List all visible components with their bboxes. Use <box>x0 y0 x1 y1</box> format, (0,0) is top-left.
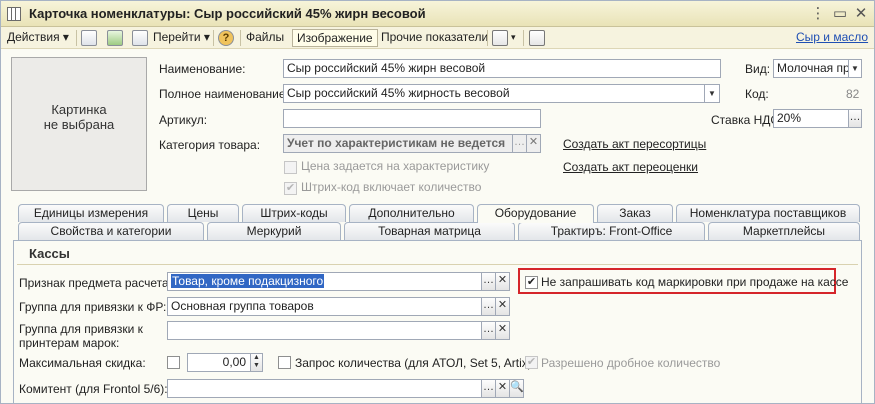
kind-select[interactable]: Молочная про <box>773 59 849 78</box>
window-title: Карточка номенклатуры: Сыр российский 45… <box>29 6 426 21</box>
catalog-icon <box>7 7 21 21</box>
tab-supplier-items[interactable]: Номенклатура поставщиков <box>676 204 860 222</box>
full-name-input[interactable]: Сыр российский 45% жирность весовой <box>283 84 705 103</box>
max-discount-spinner[interactable]: ▲ ▼ <box>250 353 263 372</box>
committent-clear-icon[interactable]: ✕ <box>495 379 510 398</box>
section-divider <box>17 264 858 265</box>
tab-additional[interactable]: Дополнительно <box>349 204 474 222</box>
category-label: Категория товара: <box>159 138 261 152</box>
kind-dropdown-icon[interactable]: ▼ <box>848 59 862 78</box>
tab-order[interactable]: Заказ <box>597 204 673 222</box>
print-icon[interactable] <box>529 30 545 46</box>
subject-select-button[interactable]: … <box>481 272 496 291</box>
max-discount-input[interactable]: 0,00 <box>187 353 251 372</box>
barcode-qty-checkbox[interactable]: ✔ <box>284 182 297 195</box>
files-button[interactable]: Файлы <box>246 29 284 47</box>
full-name-label: Полное наименование: <box>159 87 289 101</box>
report-dropdown-icon[interactable]: ▾ <box>511 29 516 47</box>
committent-input[interactable] <box>167 379 482 398</box>
fractional-qty-checkbox[interactable]: ✔ <box>525 356 538 369</box>
tab-prices[interactable]: Цены <box>167 204 239 222</box>
toolbar-divider <box>240 30 241 46</box>
name-input[interactable]: Сыр российский 45% жирн весовой <box>283 59 721 78</box>
more-icon[interactable]: ⋮ <box>809 5 827 22</box>
max-discount-checkbox[interactable] <box>167 356 180 369</box>
qty-request-label: Запрос количества (для АТОЛ, Set 5, Arti… <box>295 356 532 370</box>
no-marking-label: Не запрашивать код маркировки при продаж… <box>541 275 849 289</box>
tab-product-matrix[interactable]: Товарная матрица <box>344 222 515 240</box>
group-fr-label: Группа для привязки к ФР: <box>19 300 167 314</box>
committent-search-icon[interactable]: 🔍 <box>509 379 524 398</box>
barcode-qty-label: Штрих-код включает количество <box>301 180 482 194</box>
group-fr-select-button[interactable]: … <box>481 297 496 316</box>
no-marking-checkbox[interactable]: ✔ <box>525 276 538 289</box>
name-label: Наименование: <box>159 62 246 76</box>
image-button[interactable]: Изображение <box>292 29 378 47</box>
group-printers-label-2: принтерам марок: <box>19 336 120 350</box>
subject-clear-icon[interactable]: ✕ <box>495 272 510 291</box>
minimize-icon[interactable]: ▭ <box>831 5 849 22</box>
title-bar: Карточка номенклатуры: Сыр российский 45… <box>1 1 874 27</box>
fractional-qty-label: Разрешено дробное количество <box>541 356 721 370</box>
vat-select-button[interactable]: … <box>848 109 862 128</box>
category-clear-icon[interactable]: ✕ <box>526 134 541 153</box>
toolbar-divider <box>523 30 524 46</box>
vat-input[interactable]: 20% <box>773 109 849 128</box>
create-revaluation-link[interactable]: Создать акт переоценки <box>563 160 698 174</box>
create-regrade-link[interactable]: Создать акт пересортицы <box>563 137 706 151</box>
close-icon[interactable]: ✕ <box>852 5 870 22</box>
goto-icon[interactable] <box>132 30 148 46</box>
toolbar: Действия ▾ Перейти ▾ ? Файлы Изображение… <box>1 27 874 49</box>
picture-placeholder[interactable]: Картинка не выбрана <box>11 57 147 191</box>
kind-label: Вид: <box>745 62 771 76</box>
other-indicators-button[interactable]: Прочие показатели <box>381 29 488 47</box>
goto-menu[interactable]: Перейти ▾ <box>153 29 210 47</box>
actions-menu[interactable]: Действия ▾ <box>7 29 69 47</box>
toolbar-divider <box>213 30 214 46</box>
max-discount-label: Максимальная скидка: <box>19 356 146 370</box>
item-card-window: Карточка номенклатуры: Сыр российский 45… <box>0 0 875 404</box>
tab-units[interactable]: Единицы измерения <box>18 204 164 222</box>
refresh-icon[interactable] <box>107 30 123 46</box>
kassy-section-title: Кассы <box>29 246 70 261</box>
category-select-button[interactable]: … <box>512 134 527 153</box>
committent-select-button[interactable]: … <box>481 379 496 398</box>
vat-label: Ставка НДС: <box>711 113 783 127</box>
tab-front-office[interactable]: Трактиръ: Front-Office <box>518 222 705 240</box>
tab-barcodes[interactable]: Штрих-коды <box>242 204 346 222</box>
picture-text-line2: не выбрана <box>43 117 115 132</box>
save-icon[interactable] <box>81 30 97 46</box>
subject-input[interactable]: Товар, кроме подакцизного <box>167 272 482 291</box>
help-icon[interactable]: ? <box>218 30 234 46</box>
qty-request-checkbox[interactable] <box>278 356 291 369</box>
sync-link[interactable]: Сыр и масло <box>796 29 868 47</box>
group-fr-clear-icon[interactable]: ✕ <box>495 297 510 316</box>
article-input[interactable] <box>283 109 541 128</box>
category-input[interactable]: Учет по характеристикам не ведется <box>283 134 513 153</box>
group-printers-label-1: Группа для привязки к <box>19 322 143 336</box>
picture-text-line1: Картинка <box>51 102 107 117</box>
group-fr-input[interactable]: Основная группа товаров <box>167 297 482 316</box>
tab-equipment[interactable]: Оборудование <box>477 204 594 223</box>
code-label: Код: <box>745 87 769 101</box>
tab-mercury[interactable]: Меркурий <box>207 222 341 240</box>
toolbar-divider <box>487 30 488 46</box>
toolbar-divider <box>76 30 77 46</box>
group-printers-input[interactable] <box>167 321 482 340</box>
price-by-char-checkbox[interactable] <box>284 161 297 174</box>
group-printers-clear-icon[interactable]: ✕ <box>495 321 510 340</box>
subject-label: Признак предмета расчета: <box>19 276 172 290</box>
tab-marketplaces[interactable]: Маркетплейсы <box>708 222 860 240</box>
group-printers-select-button[interactable]: … <box>481 321 496 340</box>
code-value: 82 <box>846 87 860 101</box>
full-name-dropdown-icon[interactable]: ▼ <box>704 84 720 103</box>
price-by-char-label: Цена задается на характеристику <box>301 159 490 173</box>
committent-label: Комитент (для Frontol 5/6): <box>19 382 168 396</box>
tab-properties[interactable]: Свойства и категории <box>18 222 204 240</box>
report-icon[interactable] <box>492 30 508 46</box>
article-label: Артикул: <box>159 113 208 127</box>
